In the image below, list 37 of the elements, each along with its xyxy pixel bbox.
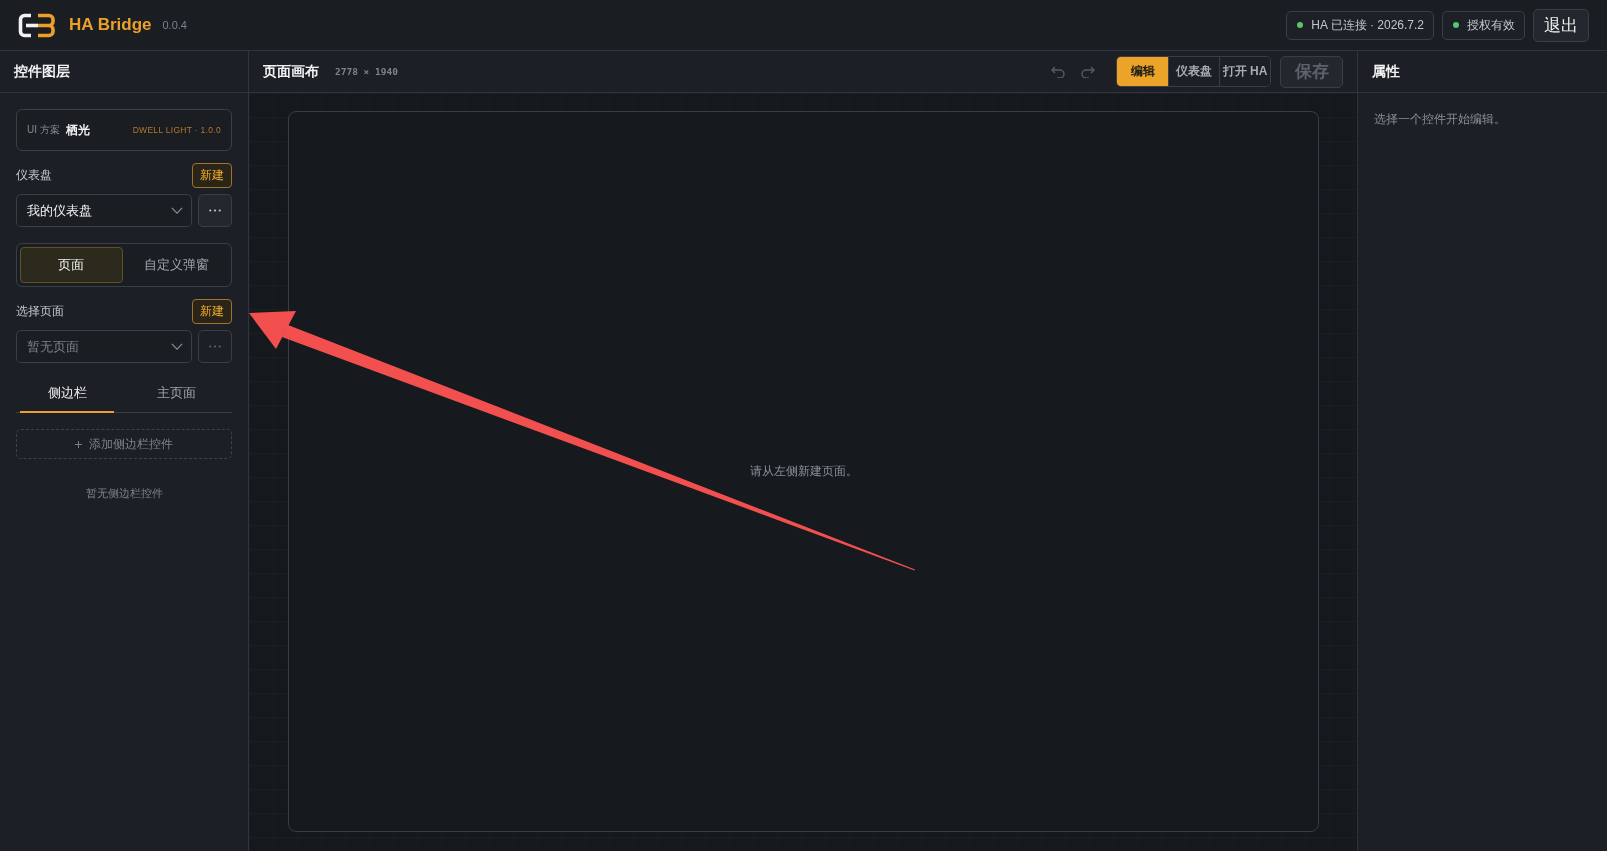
new-button[interactable]: 新建 <box>192 299 232 324</box>
panel-title: 控件图层 <box>14 62 70 81</box>
canvas-title: 页面画布 <box>263 62 319 81</box>
status-text: HA 已连接 · 2026.7.2 <box>1311 16 1424 34</box>
section-label: 仪表盘 <box>16 167 52 184</box>
section-label: 选择页面 <box>16 303 64 320</box>
dropdown[interactable]: 暂无页面 <box>16 330 192 363</box>
more-button[interactable] <box>198 194 232 227</box>
status-text: 授权有效 <box>1467 16 1515 34</box>
add-widget-button[interactable]: 添加侧边栏控件 <box>16 429 232 459</box>
canvas-size: 2778 × 1940 <box>335 66 398 77</box>
properties-hint: 选择一个控件开始编辑。 <box>1374 113 1506 125</box>
logo-icon <box>18 12 56 38</box>
chevron-down-icon <box>171 207 183 214</box>
more-icon <box>209 345 221 348</box>
more-icon <box>209 209 221 212</box>
plus-icon <box>75 440 82 448</box>
redo-icon <box>1081 65 1095 78</box>
area-tab[interactable]: 主页面 <box>124 375 228 413</box>
scheme-name: 栖光 <box>65 121 90 139</box>
scheme-version: DWELL LIGHT · 1.0.0 <box>132 125 221 135</box>
empty-text: 暂无侧边栏控件 <box>84 486 164 501</box>
app-version: 0.0.4 <box>162 19 187 31</box>
mode-tab[interactable]: 自定义弹窗 <box>125 247 228 283</box>
dropdown[interactable]: 我的仪表盘 <box>16 194 192 227</box>
new-button[interactable]: 新建 <box>192 163 232 188</box>
scheme-label: UI 方案 <box>27 123 60 137</box>
chevron-down-icon <box>171 343 183 350</box>
view-tab[interactable]: 打开 HA <box>1219 57 1270 86</box>
view-tab[interactable]: 编辑 <box>1117 57 1168 86</box>
canvas-empty-message: 请从左侧新建页面。 <box>749 464 858 479</box>
area-tab[interactable]: 侧边栏 <box>20 375 114 413</box>
panel-title: 属性 <box>1372 62 1400 81</box>
logout-button[interactable]: 退出 <box>1533 8 1589 42</box>
app-name: HA Bridge <box>69 15 152 35</box>
mode-tab[interactable]: 页面 <box>20 247 123 283</box>
undo-icon <box>1051 65 1065 78</box>
